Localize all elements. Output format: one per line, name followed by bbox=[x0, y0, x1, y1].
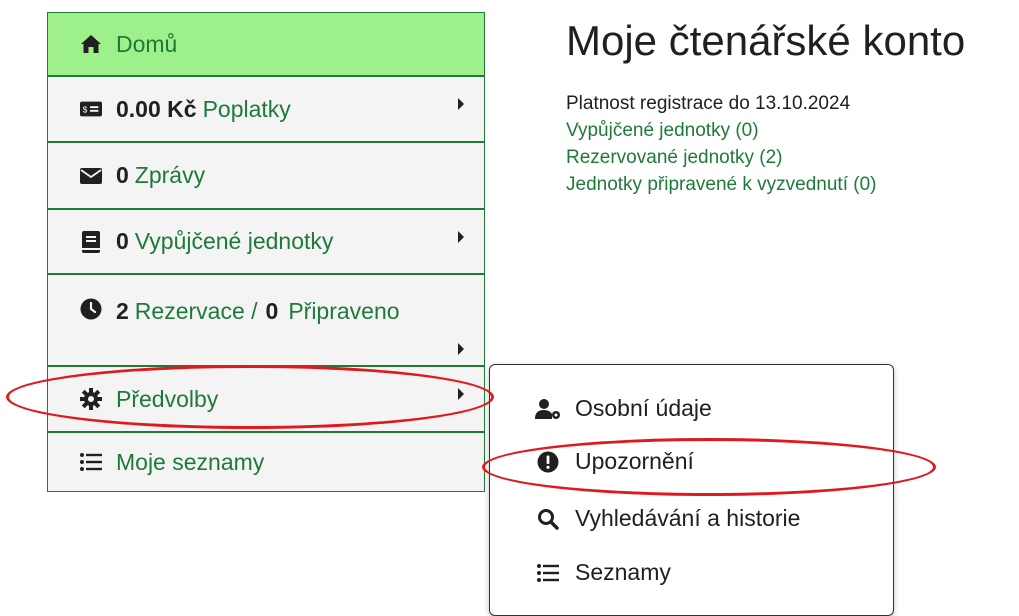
loans-link[interactable]: Vypůjčené jednotky (0) bbox=[566, 117, 877, 144]
exclamation-circle-icon bbox=[535, 449, 561, 475]
list-icon bbox=[80, 451, 102, 473]
caret-right-icon bbox=[458, 343, 464, 355]
ready-label: Připraveno bbox=[288, 298, 400, 324]
envelope-icon bbox=[80, 165, 102, 187]
sidebar-item-label: Domů bbox=[116, 30, 178, 57]
holds-label: Rezervace / bbox=[134, 298, 258, 324]
holds-count: 2 bbox=[116, 298, 129, 324]
sidebar-item-loans[interactable]: 0 Vypůjčené jednotky bbox=[48, 210, 484, 275]
menu-item-label: Vyhledávání a historie bbox=[575, 505, 801, 531]
menu-item-notifications[interactable]: Upozornění bbox=[535, 448, 694, 475]
menu-item-label: Upozornění bbox=[575, 448, 694, 474]
sidebar-item-holds[interactable]: 2 Rezervace / 0 Připraveno bbox=[48, 275, 484, 367]
account-sidebar: Domů $ 0.00 Kč Poplatky 0 Zprávy 0 Vypůj… bbox=[47, 12, 485, 492]
sidebar-item-home[interactable]: Domů bbox=[48, 13, 484, 77]
svg-text:$: $ bbox=[83, 106, 88, 115]
sidebar-item-label: Poplatky bbox=[202, 95, 291, 122]
sidebar-item-preferences[interactable]: Předvolby bbox=[48, 367, 484, 433]
book-icon bbox=[80, 230, 102, 253]
clock-icon bbox=[80, 298, 102, 320]
ready-count: 0 bbox=[265, 298, 279, 324]
sidebar-item-label: Moje seznamy bbox=[116, 448, 265, 475]
caret-right-icon bbox=[458, 388, 464, 400]
sidebar-item-label: Vypůjčené jednotky bbox=[134, 228, 334, 254]
sidebar-item-messages[interactable]: 0 Zprávy bbox=[48, 143, 484, 210]
menu-item-label: Osobní údaje bbox=[575, 395, 712, 421]
fees-amount: 0.00 Kč bbox=[116, 95, 197, 122]
menu-item-label: Seznamy bbox=[575, 559, 671, 585]
menu-item-lists[interactable]: Seznamy bbox=[535, 559, 671, 586]
menu-item-search-history[interactable]: Vyhledávání a historie bbox=[535, 505, 800, 532]
holds-link[interactable]: Rezervované jednotky (2) bbox=[566, 144, 877, 171]
sidebar-item-fees[interactable]: $ 0.00 Kč Poplatky bbox=[48, 77, 484, 143]
list-icon bbox=[535, 560, 561, 586]
user-cog-icon bbox=[535, 396, 561, 422]
ready-link[interactable]: Jednotky připravené k vyzvednutí (0) bbox=[566, 171, 877, 198]
caret-right-icon bbox=[458, 98, 464, 110]
sidebar-item-label: Předvolby bbox=[116, 385, 219, 412]
registration-validity: Platnost registrace do 13.10.2024 bbox=[566, 93, 851, 114]
menu-item-personal-info[interactable]: Osobní údaje bbox=[535, 395, 712, 422]
preferences-dropdown: Osobní údaje Upozornění Vyhledávání a hi… bbox=[489, 364, 894, 616]
home-icon bbox=[80, 33, 102, 55]
caret-right-icon bbox=[458, 230, 464, 243]
gear-icon bbox=[80, 388, 102, 410]
loans-count: 0 bbox=[116, 228, 129, 254]
sidebar-item-lists[interactable]: Moje seznamy bbox=[48, 433, 484, 492]
page-title: Moje čtenářské konto bbox=[566, 17, 966, 64]
account-summary: Platnost registrace do 13.10.2024 Vypůjč… bbox=[566, 90, 877, 198]
search-icon bbox=[535, 506, 561, 532]
sidebar-item-label: Zprávy bbox=[134, 162, 206, 188]
money-bill-icon: $ bbox=[80, 98, 102, 120]
messages-count: 0 bbox=[116, 162, 129, 188]
